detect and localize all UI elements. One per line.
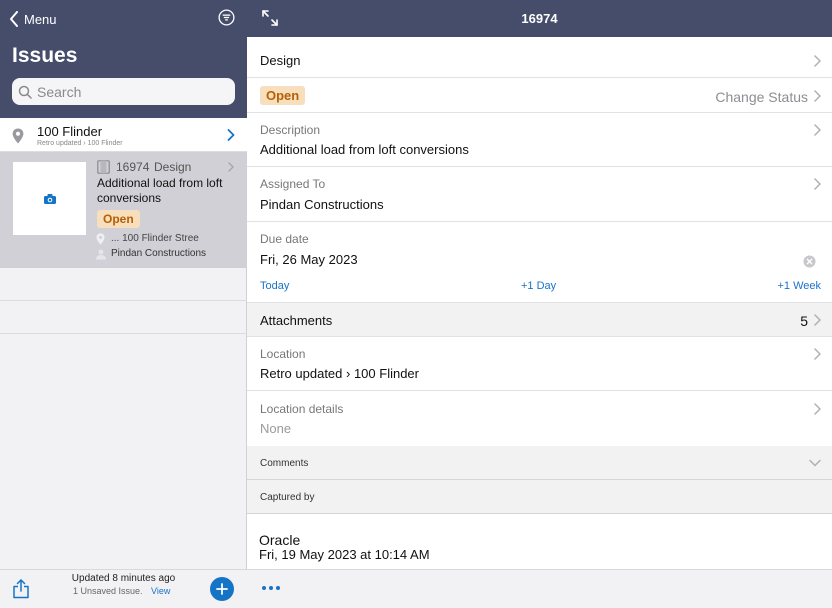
chevron-right-icon (814, 124, 821, 136)
issue-list-item[interactable]: 16974 Design Additional load from loft c… (0, 152, 247, 268)
detail-header: 16974 (247, 0, 832, 37)
issue-title: 16974 (521, 11, 558, 26)
view-unsaved-link[interactable]: View (151, 586, 170, 596)
add-issue-button[interactable] (210, 577, 234, 601)
attachments-count: 5 (800, 313, 808, 329)
description-value: Additional load from loft conversions (260, 142, 469, 157)
issue-thumbnail (13, 162, 86, 235)
category-row[interactable]: Design (247, 44, 832, 78)
captured-by-section-header: Captured by (247, 480, 832, 514)
description-row[interactable]: Description Additional load from loft co… (247, 113, 832, 167)
search-input[interactable] (37, 83, 227, 100)
list-header: Menu Issues (0, 0, 247, 118)
captured-by-name: Oracle (259, 532, 301, 548)
comments-section-header[interactable]: Comments (247, 446, 832, 480)
issue-detail-pane: 16974 Design Open Change Status Descript… (247, 0, 832, 608)
chevron-right-icon (227, 129, 235, 141)
status-row[interactable]: Open Change Status (247, 78, 832, 113)
assigned-to-row[interactable]: Assigned To Pindan Constructions (247, 167, 832, 222)
attachments-label: Attachments (260, 313, 333, 328)
location-value: Retro updated › 100 Flinder (260, 366, 419, 381)
category-value: Design (260, 53, 301, 68)
menu-label: Menu (24, 11, 57, 27)
group-title: 100 Flinder (37, 124, 103, 139)
due-date-row: Due date Fri, 26 May 2023 Today +1 Day +… (247, 222, 832, 303)
attachments-row[interactable]: Attachments 5 (247, 303, 832, 337)
group-subtitle: Retro updated › 100 Flinder (37, 140, 123, 147)
captured-date: Fri, 19 May 2023 at 10:14 AM (259, 547, 430, 562)
chevron-right-icon (814, 348, 821, 360)
sync-status-text: Updated 8 minutes ago (71, 573, 176, 584)
location-details-value: None (260, 421, 292, 436)
filter-icon[interactable] (218, 9, 235, 26)
due-plus-week-button[interactable]: +1 Week (777, 280, 821, 292)
location-details-label: Location details (260, 402, 344, 416)
description-label: Description (260, 123, 321, 137)
search-box[interactable] (12, 78, 235, 105)
status-badge: Open (97, 210, 140, 228)
list-footer: Updated 8 minutes ago 1 Unsaved Issue. V… (0, 569, 247, 608)
status-badge: Open (260, 86, 306, 105)
more-options-icon[interactable] (262, 586, 280, 590)
due-label: Due date (260, 232, 309, 246)
issue-id: 16974 (116, 160, 150, 174)
assigned-value: Pindan Constructions (260, 197, 384, 212)
menu-back-button[interactable]: Menu (9, 9, 57, 29)
issue-location: ... 100 Flinder Stree (111, 233, 199, 244)
chevron-right-icon (814, 55, 821, 67)
location-pin-icon (12, 128, 24, 144)
location-label: Location (260, 347, 306, 361)
document-icon (97, 160, 110, 174)
unsaved-issues-text: 1 Unsaved Issue. (73, 586, 143, 596)
chevron-right-icon (814, 178, 821, 190)
chevron-left-icon (10, 11, 18, 27)
captured-by-label: Captured by (260, 492, 315, 503)
chevron-down-icon (809, 459, 821, 467)
chevron-right-icon (814, 314, 821, 326)
issue-category: Design (154, 160, 192, 174)
location-pin-icon (96, 233, 105, 245)
divider (0, 300, 247, 301)
person-icon (96, 249, 106, 260)
location-group-row[interactable]: 100 Flinder Retro updated › 100 Flinder (0, 118, 247, 152)
chevron-right-icon (814, 403, 821, 415)
page-title: Issues (12, 44, 78, 67)
chevron-right-icon (228, 162, 234, 172)
change-status-button[interactable]: Change Status (715, 89, 808, 105)
issues-list-pane: Menu Issues 100 Flinder Retro updated › … (0, 0, 247, 608)
comments-label: Comments (260, 458, 309, 469)
due-plus-day-button[interactable]: +1 Day (521, 280, 556, 292)
assigned-label: Assigned To (260, 177, 326, 191)
camera-icon (43, 193, 56, 204)
clear-icon[interactable] (803, 255, 816, 268)
search-icon (18, 85, 32, 99)
location-row[interactable]: Location Retro updated › 100 Flinder (247, 337, 832, 391)
issue-assignee: Pindan Constructions (111, 248, 207, 259)
divider (0, 333, 247, 334)
detail-footer (247, 569, 832, 608)
location-details-row[interactable]: Location details None (247, 391, 832, 446)
chevron-right-icon (814, 90, 821, 102)
due-today-button[interactable]: Today (260, 280, 289, 292)
issue-description: Additional load from loft conversions (97, 176, 223, 205)
due-date-value[interactable]: Fri, 26 May 2023 (260, 252, 358, 267)
plus-icon (216, 583, 228, 595)
